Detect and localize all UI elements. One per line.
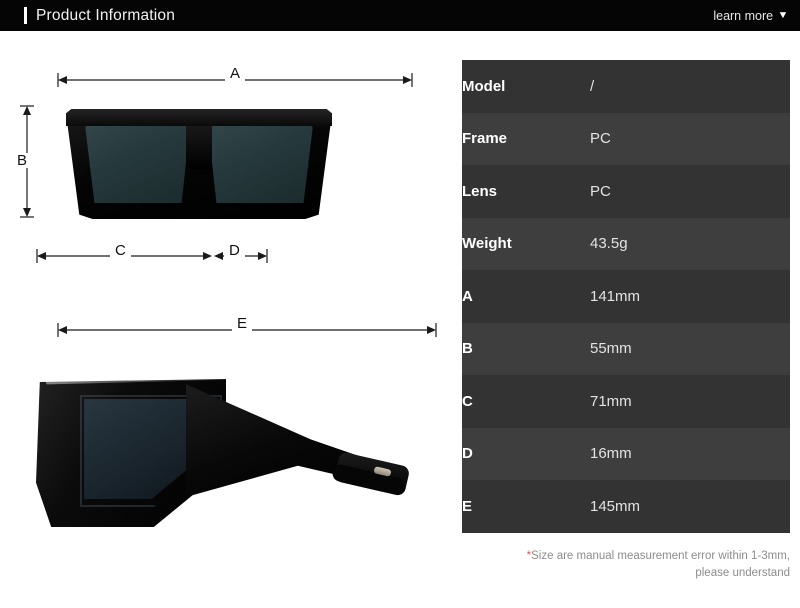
page-header: Product Information learn more ▼ [0, 0, 800, 31]
front-lens-right [208, 125, 313, 203]
front-bridge [186, 123, 212, 169]
table-row: A 141mm [462, 270, 790, 323]
table-row: Lens PC [462, 165, 790, 218]
dimension-label-d: D [224, 243, 245, 258]
specification-table: Model / Frame PC Lens PC Weight 43.5g A … [462, 60, 790, 533]
spec-value: 16mm [590, 445, 632, 463]
dimension-label-a: A [225, 66, 246, 81]
learn-more-button[interactable]: learn more ▼ [713, 9, 788, 23]
table-row: Model / [462, 60, 790, 113]
disclaimer-line-1: Size are manual measurement error within… [531, 550, 790, 562]
table-row: B 55mm [462, 322, 790, 375]
measurement-disclaimer: *Size are manual measurement error withi… [470, 548, 790, 581]
spec-label: E [462, 497, 473, 515]
chevron-down-icon: ▼ [777, 9, 789, 21]
sunglasses-side-view [36, 371, 426, 531]
spec-label: Frame [462, 130, 508, 148]
spec-value: 141mm [590, 287, 641, 305]
spec-label: D [462, 445, 473, 463]
front-lens-left [85, 125, 190, 203]
spec-label: A [462, 287, 473, 305]
spec-label: Model [462, 77, 506, 95]
page-title: Product Information [36, 6, 176, 24]
table-row: Weight 43.5g [462, 217, 790, 270]
spec-label: Weight [462, 235, 512, 253]
spec-value: PC [590, 130, 611, 148]
spec-value: 145mm [590, 497, 641, 515]
product-diagram-panel: A B C D E [0, 31, 455, 608]
table-row: C 71mm [462, 375, 790, 428]
spec-value: PC [590, 182, 611, 200]
spec-value: 71mm [590, 392, 632, 410]
front-brow-bar [66, 109, 332, 126]
table-row: Frame PC [462, 112, 790, 165]
dimension-label-c: C [110, 243, 131, 258]
learn-more-label: learn more [713, 8, 774, 23]
spec-label: B [462, 340, 473, 358]
table-row: D 16mm [462, 427, 790, 480]
spec-value: / [590, 77, 595, 95]
spec-label: Lens [462, 182, 498, 200]
header-accent-bar [24, 7, 27, 24]
dimension-label-e: E [232, 316, 253, 331]
spec-label: C [462, 392, 473, 410]
disclaimer-line-2: please understand [695, 566, 790, 579]
table-row: E 145mm [462, 480, 790, 533]
sunglasses-front-view [66, 109, 332, 219]
dimension-label-b: B [12, 153, 33, 168]
spec-value: 55mm [590, 340, 632, 358]
spec-value: 43.5g [590, 235, 628, 253]
